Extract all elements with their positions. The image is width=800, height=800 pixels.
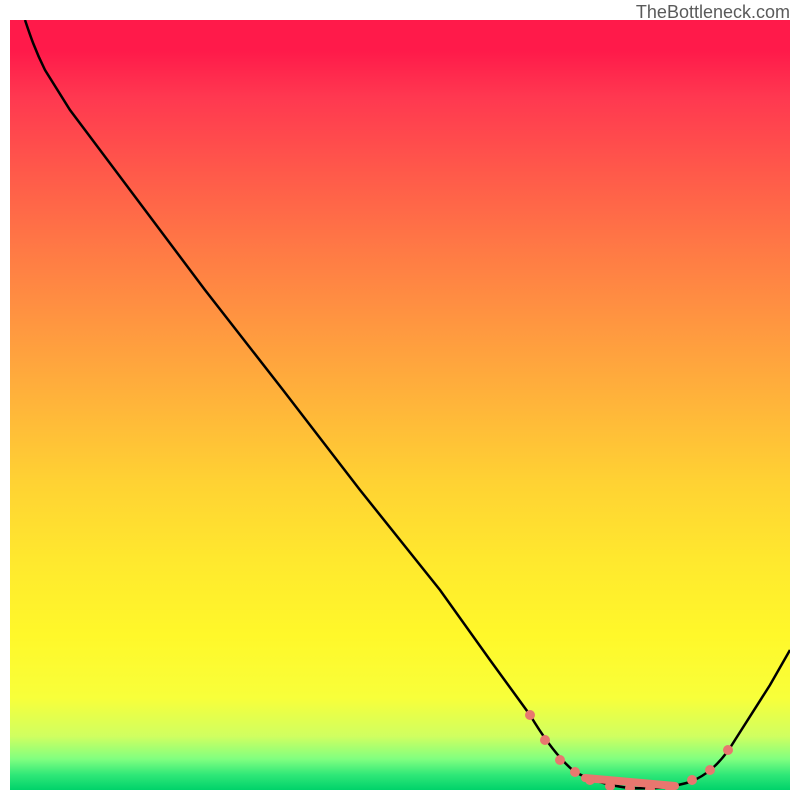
marker-group (525, 710, 733, 790)
chart-svg (10, 20, 790, 790)
data-marker (723, 745, 733, 755)
data-marker (705, 765, 715, 775)
data-marker (687, 775, 697, 785)
data-marker (555, 755, 565, 765)
data-marker (525, 710, 535, 720)
bottleneck-curve-line (25, 20, 790, 788)
data-marker (585, 775, 595, 785)
chart-container (10, 20, 790, 790)
watermark-text: TheBottleneck.com (636, 2, 790, 23)
data-marker (570, 767, 580, 777)
data-marker (540, 735, 550, 745)
